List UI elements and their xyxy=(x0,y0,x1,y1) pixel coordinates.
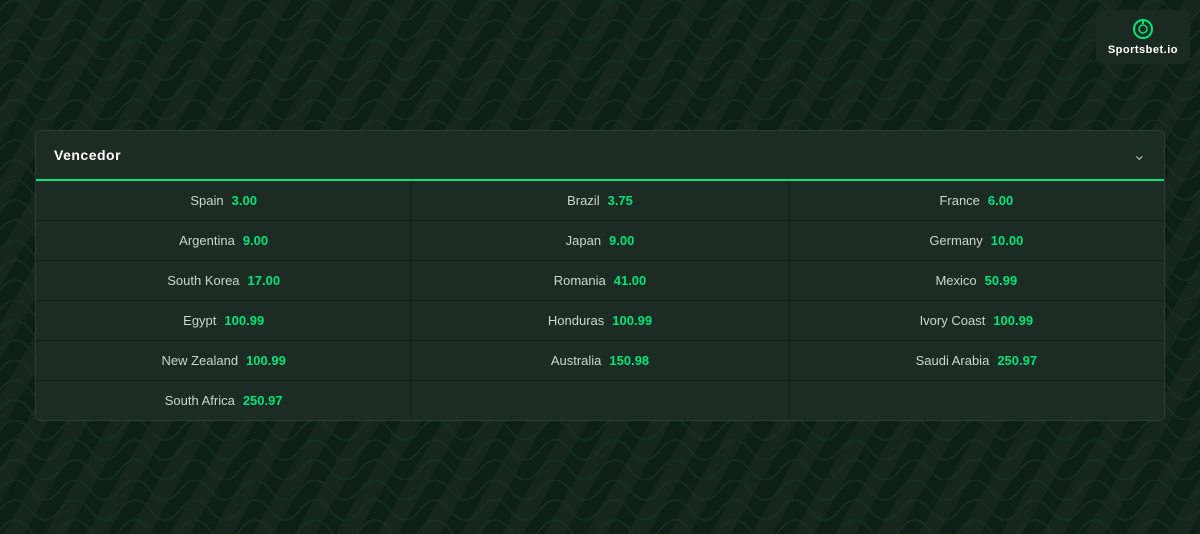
odds-cell[interactable]: Spain 3.00 xyxy=(36,181,411,220)
odds-cell[interactable]: South Africa 250.97 xyxy=(36,381,411,420)
country-name: Mexico xyxy=(935,273,976,288)
odds-grid: Spain 3.00 Brazil 3.75 France 6.00 Argentina 9.… xyxy=(36,181,1164,420)
odds-cell[interactable]: Mexico 50.99 xyxy=(789,261,1164,300)
odds-value: 250.97 xyxy=(997,353,1037,368)
logo-text: Sportsbet.io xyxy=(1108,44,1178,56)
odds-cell-empty xyxy=(412,381,787,420)
country-name: Brazil xyxy=(567,193,600,208)
odds-panel: Vencedor ⌄ Spain 3.00 Brazil 3.75 France 6.00… xyxy=(35,130,1165,421)
odds-value: 150.98 xyxy=(609,353,649,368)
odds-value: 3.75 xyxy=(608,193,633,208)
odds-cell[interactable]: Japan 9.00 xyxy=(412,221,787,260)
odds-value: 41.00 xyxy=(614,273,647,288)
odds-value: 6.00 xyxy=(988,193,1013,208)
country-name: France xyxy=(939,193,979,208)
country-name: South Korea xyxy=(167,273,239,288)
country-name: Ivory Coast xyxy=(920,313,986,328)
odds-cell[interactable]: New Zealand 100.99 xyxy=(36,341,411,380)
odds-value: 3.00 xyxy=(232,193,257,208)
odds-value: 100.99 xyxy=(612,313,652,328)
odds-cell[interactable]: Ivory Coast 100.99 xyxy=(789,301,1164,340)
odds-cell[interactable]: Romania 41.00 xyxy=(412,261,787,300)
country-name: Spain xyxy=(190,193,223,208)
odds-cell[interactable]: Honduras 100.99 xyxy=(412,301,787,340)
panel-title: Vencedor xyxy=(54,147,121,163)
odds-cell[interactable]: Australia 150.98 xyxy=(412,341,787,380)
country-name: South Africa xyxy=(165,393,235,408)
odds-value: 100.99 xyxy=(993,313,1033,328)
country-name: Saudi Arabia xyxy=(916,353,990,368)
country-name: Argentina xyxy=(179,233,235,248)
odds-value: 50.99 xyxy=(985,273,1018,288)
odds-cell-empty xyxy=(789,381,1164,420)
odds-value: 17.00 xyxy=(248,273,281,288)
odds-cell[interactable]: Germany 10.00 xyxy=(789,221,1164,260)
country-name: Romania xyxy=(554,273,606,288)
odds-value: 250.97 xyxy=(243,393,283,408)
country-name: Honduras xyxy=(548,313,604,328)
odds-value: 10.00 xyxy=(991,233,1024,248)
logo-icon xyxy=(1132,18,1154,40)
logo: Sportsbet.io xyxy=(1096,10,1190,64)
country-name: Japan xyxy=(566,233,601,248)
odds-value: 100.99 xyxy=(224,313,264,328)
odds-cell[interactable]: South Korea 17.00 xyxy=(36,261,411,300)
odds-cell[interactable]: France 6.00 xyxy=(789,181,1164,220)
odds-value: 9.00 xyxy=(243,233,268,248)
country-name: Egypt xyxy=(183,313,216,328)
odds-cell[interactable]: Egypt 100.99 xyxy=(36,301,411,340)
country-name: New Zealand xyxy=(161,353,238,368)
panel-header: Vencedor ⌄ xyxy=(36,131,1164,181)
odds-cell[interactable]: Argentina 9.00 xyxy=(36,221,411,260)
odds-value: 100.99 xyxy=(246,353,286,368)
country-name: Australia xyxy=(551,353,602,368)
odds-value: 9.00 xyxy=(609,233,634,248)
odds-cell[interactable]: Saudi Arabia 250.97 xyxy=(789,341,1164,380)
odds-cell[interactable]: Brazil 3.75 xyxy=(412,181,787,220)
country-name: Germany xyxy=(929,233,982,248)
chevron-down-icon[interactable]: ⌄ xyxy=(1133,145,1146,165)
